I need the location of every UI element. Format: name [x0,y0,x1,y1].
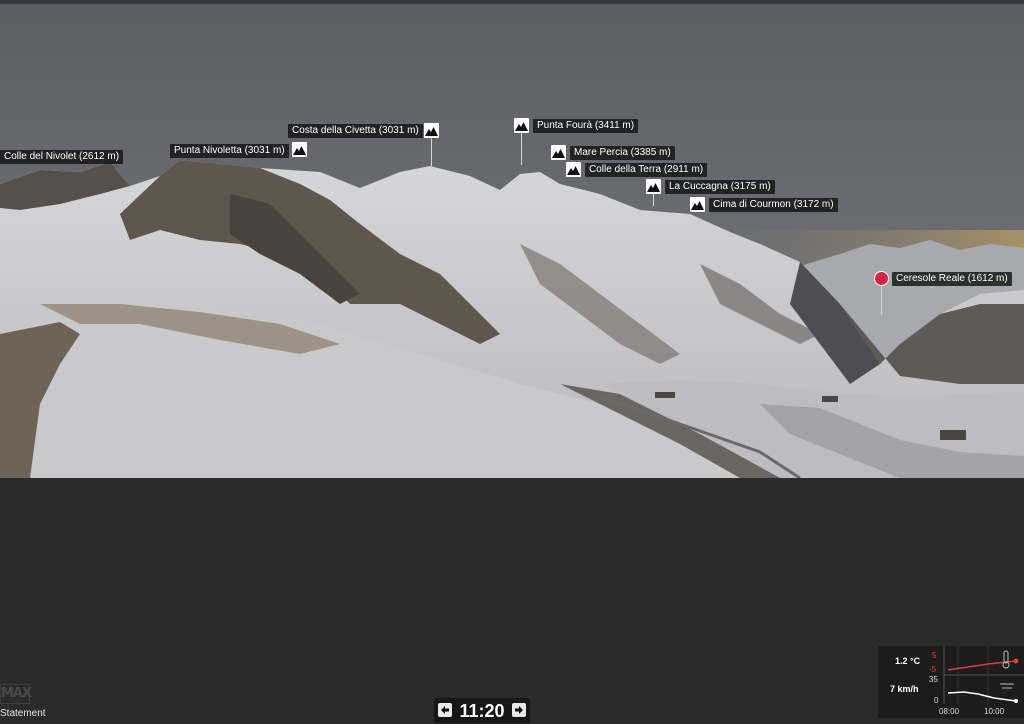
panorama-image [0,4,1024,478]
arrow-right-icon[interactable] [512,703,526,717]
peak-label-cima-di-courmon[interactable]: Cima di Courmon (3172 m) [709,198,838,212]
wind-icon [1000,683,1014,689]
mountain-icon[interactable] [514,118,529,133]
location-pin-icon[interactable] [874,271,889,286]
mountain-icon[interactable] [424,123,439,138]
peak-label-punta-nivoletta[interactable]: Punta Nivoletta (3031 m) [170,144,289,158]
mountain-icon[interactable] [690,197,705,212]
peak-label-costa-della-civetta[interactable]: Costa della Civetta (3031 m) [288,124,423,138]
place-label-ceresole-reale[interactable]: Ceresole Reale (1612 m) [892,272,1012,286]
peak-pointer-line [521,133,522,165]
arrow-left-icon[interactable] [438,703,452,717]
brand-logo: MAX [0,684,32,704]
mountain-icon[interactable] [551,145,566,160]
peak-pointer-line [431,138,432,166]
peak-label-mare-percia[interactable]: Mare Percia (3385 m) [570,146,675,160]
webcam-panorama[interactable] [0,4,1024,478]
place-pointer-line [881,286,882,314]
peak-label-punta-foura[interactable]: Punta Fourà (3411 m) [533,119,639,133]
peak-label-colle-della-terra[interactable]: Colle della Terra (2911 m) [585,163,708,177]
peak-pointer-line [653,194,654,206]
peak-label-colle-del-nivolet[interactable]: Colle del Nivolet (2612 m) [0,150,124,164]
weather-sparkline [943,646,1024,704]
mountain-icon[interactable] [292,142,307,157]
peak-label-la-cuccagna[interactable]: La Cuccagna (3175 m) [665,180,775,194]
mountain-icon[interactable] [646,179,661,194]
mountain-icon[interactable] [566,162,581,177]
weather-widget[interactable]: 1.2 °C 7 km/h 5 -5 35 0 08:00 10:00 [878,646,1024,718]
thermometer-icon [1002,650,1010,669]
time-navigation: 11:20 [434,698,530,723]
current-time: 11:20 [459,701,505,721]
statement-link[interactable]: Statement [0,708,46,719]
